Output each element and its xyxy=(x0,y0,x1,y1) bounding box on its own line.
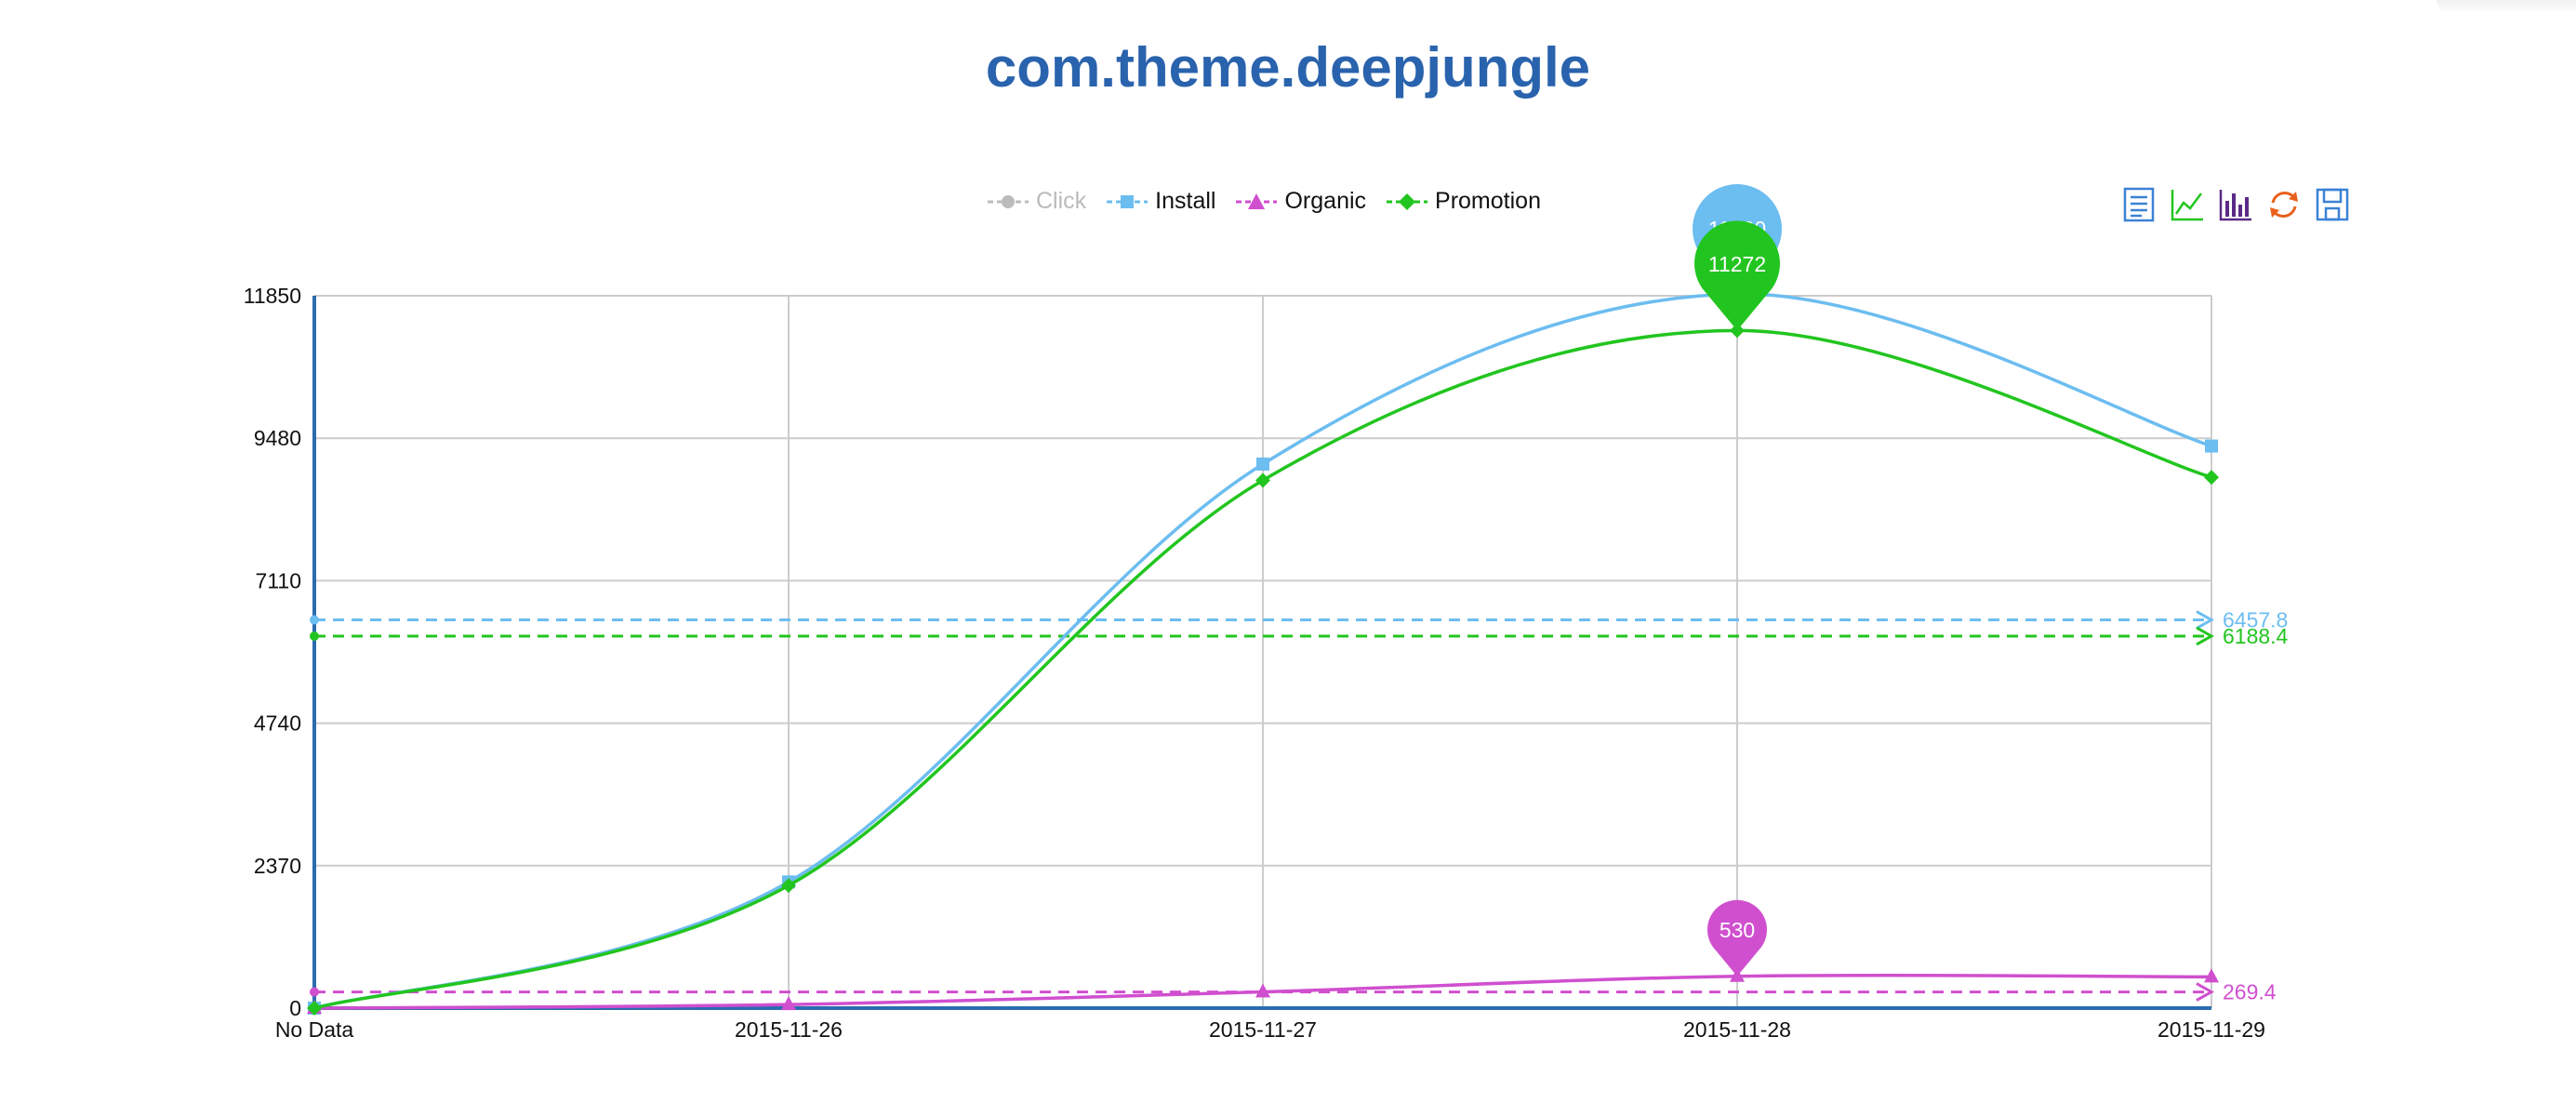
promotion-max-pin-label: 11272 xyxy=(1708,252,1766,276)
organic-max-pin-label: 530 xyxy=(1720,918,1755,942)
y-tick-label: 9480 xyxy=(254,426,301,450)
promotion-data-point xyxy=(2204,470,2219,485)
promotion-average-label: 6188.4 xyxy=(2223,624,2289,648)
organic-average-label: 269.4 xyxy=(2223,980,2277,1004)
install-data-point xyxy=(1256,457,1269,471)
x-tick-label: 2015-11-27 xyxy=(1209,1017,1317,1042)
y-tick-label: 11850 xyxy=(244,284,301,308)
install-data-point xyxy=(2205,439,2218,453)
organic-average-start xyxy=(310,987,319,997)
x-tick-label: 2015-11-28 xyxy=(1683,1017,1791,1042)
x-tick-label: No Data xyxy=(275,1017,354,1042)
promotion-data-point xyxy=(1255,472,1270,488)
x-tick-label: 2015-11-26 xyxy=(735,1017,843,1042)
y-tick-label: 7110 xyxy=(256,568,301,592)
line-chart: 0237047407110948011850No Data 2015-11-26 2… xyxy=(244,184,2289,1042)
install-average-start xyxy=(310,615,319,625)
x-tick-label: 2015-11-29 xyxy=(2158,1017,2265,1042)
promotion-average-start xyxy=(310,631,319,641)
y-tick-label: 2370 xyxy=(254,854,301,878)
y-tick-label: 4740 xyxy=(254,711,301,736)
